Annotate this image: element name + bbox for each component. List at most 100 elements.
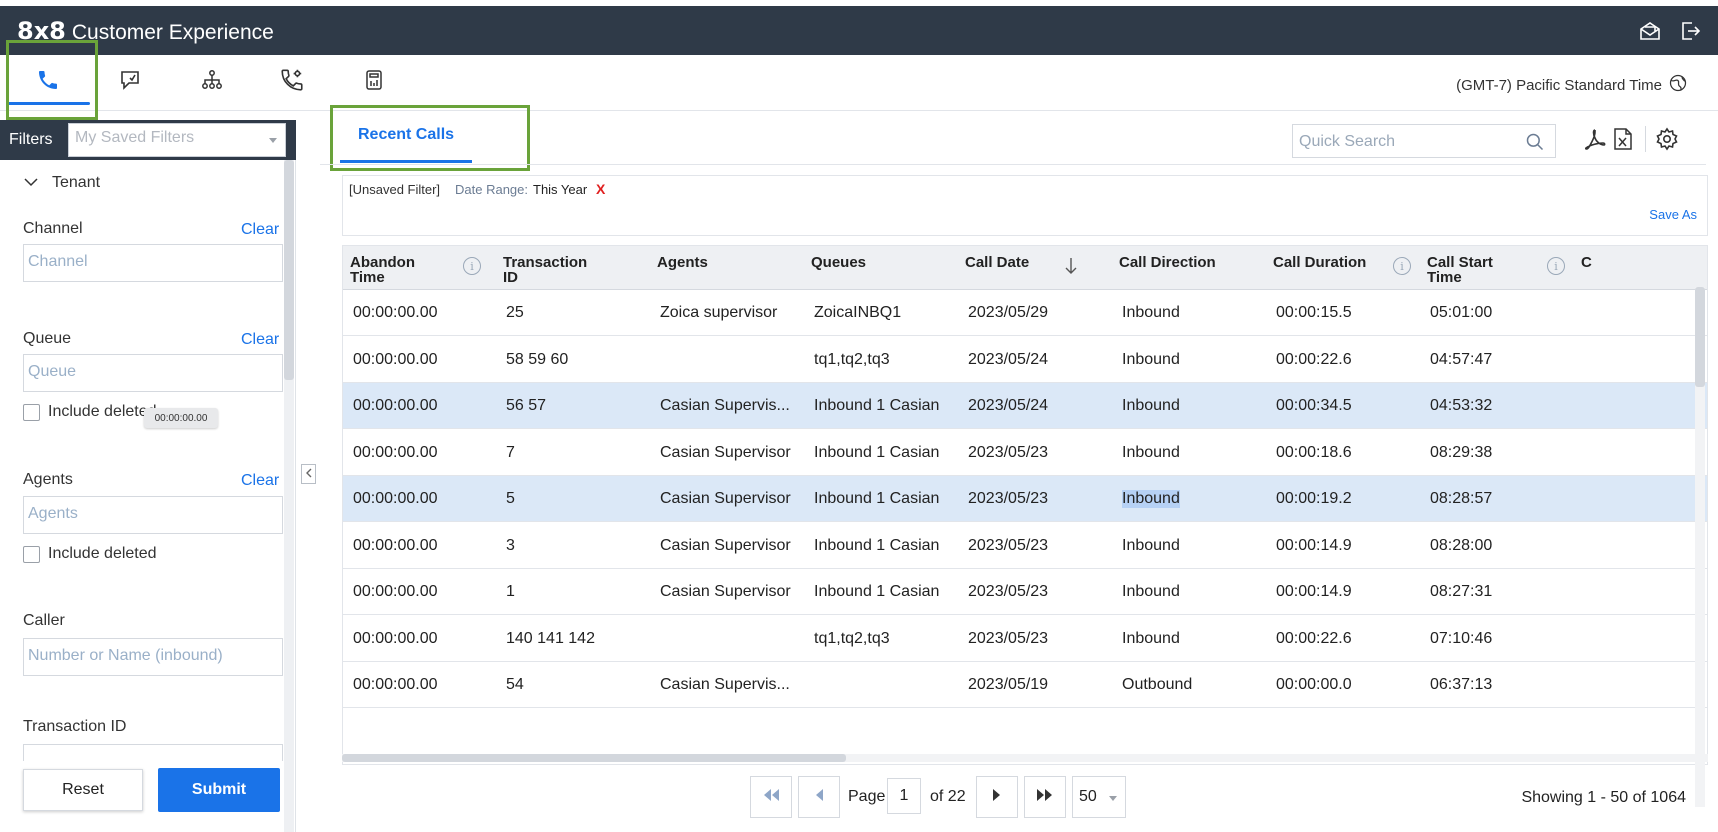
table-row[interactable]: 00:00:00.00 140 141 142 tq1,tq2,tq3 2023/05… xyxy=(343,615,1707,662)
chevron-down-icon xyxy=(269,138,277,143)
phone-icon xyxy=(36,68,60,97)
table-cell: 00:00:00.00 xyxy=(353,583,438,600)
column-header[interactable]: Agents xyxy=(657,255,708,270)
table-cell: Outbound xyxy=(1122,676,1193,693)
table-cell: 00:00:19.2 xyxy=(1276,490,1352,507)
sidebar-scroll-thumb[interactable] xyxy=(284,160,294,380)
mail-open-icon[interactable] xyxy=(1638,19,1662,43)
column-header[interactable]: Transaction ID xyxy=(503,255,587,285)
column-header[interactable]: Call Duration xyxy=(1273,255,1366,270)
table-row[interactable]: 00:00:00.00 25 Zoica supervisor ZoicaINBQ1 2… xyxy=(343,290,1707,336)
info-icon[interactable]: i xyxy=(1547,257,1565,275)
table-cell: 2023/05/24 xyxy=(968,397,1049,414)
page-size-select[interactable]: 50 xyxy=(1072,776,1126,818)
info-icon[interactable]: i xyxy=(463,257,481,275)
table-cell: Inbound xyxy=(1122,583,1180,600)
caller-label: Caller xyxy=(23,612,65,629)
table-cell: 5 xyxy=(506,490,515,507)
column-header[interactable]: Call Direction xyxy=(1119,255,1216,270)
table-cell: Inbound 1 Casian xyxy=(814,583,940,600)
table-cell: 00:00:14.9 xyxy=(1276,583,1352,600)
table-vertical-scroll-thumb[interactable] xyxy=(1695,287,1705,387)
table-cell: 3 xyxy=(506,536,515,554)
next-page-button[interactable] xyxy=(976,776,1018,818)
page-number-input[interactable]: 1 xyxy=(887,778,921,814)
table-row[interactable]: 00:00:00.00 56 57 Casian Supervis... Inboun… xyxy=(343,383,1707,429)
tab-calculator[interactable] xyxy=(346,63,402,101)
table-cell: Inbound 1 Casian xyxy=(814,443,940,461)
save-as-link[interactable]: Save As xyxy=(1649,207,1697,222)
brand: 8x8 Customer Experience xyxy=(17,17,274,45)
quick-search-input[interactable]: Quick Search xyxy=(1292,124,1556,158)
collapse-sidebar-button[interactable] xyxy=(301,464,316,484)
previous-page-button[interactable] xyxy=(798,776,840,818)
page-size-value: 50 xyxy=(1079,788,1097,805)
saved-filters-select[interactable]: My Saved Filters xyxy=(68,123,286,157)
table-cell: Casian Supervis... xyxy=(660,676,790,693)
column-header-label: Call Start xyxy=(1427,254,1493,271)
column-header[interactable]: C xyxy=(1581,255,1592,270)
table-row[interactable]: 00:00:00.00 3 Casian Supervisor Inbound 1 C… xyxy=(343,522,1707,569)
gear-icon[interactable] xyxy=(1654,126,1680,152)
logout-icon[interactable] xyxy=(1678,19,1702,43)
search-icon[interactable] xyxy=(1525,132,1545,157)
transaction-id-input[interactable] xyxy=(23,744,283,761)
column-header[interactable]: Abandon Time xyxy=(350,255,415,285)
queue-input[interactable]: Queue xyxy=(23,354,283,392)
submit-button[interactable]: Submit xyxy=(158,768,280,812)
date-range-value: This Year xyxy=(533,182,588,197)
table-cell: 00:00:00.00 xyxy=(353,490,438,507)
tab-recent-calls-underline xyxy=(340,160,472,163)
excel-export-icon[interactable] xyxy=(1610,126,1636,152)
table-cell: 07:10:46 xyxy=(1430,629,1493,647)
chevron-down-icon[interactable] xyxy=(24,175,38,190)
tab-chat[interactable] xyxy=(102,63,158,101)
table-cell: 00:00:22.6 xyxy=(1276,629,1352,647)
module-tabs: (GMT-7) Pacific Standard Time xyxy=(0,55,1718,111)
column-header-label: Call Date xyxy=(965,254,1030,271)
table-cell: 00:00:14.9 xyxy=(1276,536,1352,554)
agents-input[interactable]: Agents xyxy=(23,496,283,534)
table-cell: 2023/05/23 xyxy=(968,583,1049,600)
tab-org[interactable] xyxy=(184,63,240,101)
queue-include-deleted-checkbox[interactable] xyxy=(23,404,40,421)
table-row[interactable]: 00:00:00.00 7 Casian Supervisor Inbound 1 C… xyxy=(343,429,1707,476)
table-row[interactable]: 00:00:00.00 1 Casian Supervisor Inbound 1 C… xyxy=(343,569,1707,615)
pagination: Page 1 of 22 50 Showing 1 - 50 of 1064 xyxy=(320,776,1718,826)
timezone-selector[interactable]: (GMT-7) Pacific Standard Time xyxy=(1456,73,1688,97)
agents-include-deleted-checkbox[interactable] xyxy=(23,546,40,563)
table-cell: 00:00:00.00 xyxy=(353,397,438,414)
remove-date-range-button[interactable]: X xyxy=(596,181,605,197)
queue-clear-link[interactable]: Clear xyxy=(241,331,279,349)
table-cell: Inbound xyxy=(1122,304,1180,321)
last-page-button[interactable] xyxy=(1024,776,1066,818)
column-header[interactable]: Queues xyxy=(811,255,866,270)
agents-clear-link[interactable]: Clear xyxy=(241,472,279,490)
table-cell: Inbound 1 Casian xyxy=(814,397,940,414)
channel-clear-link[interactable]: Clear xyxy=(241,221,279,239)
date-range-label: Date Range: xyxy=(455,182,528,197)
first-page-button[interactable] xyxy=(750,776,792,818)
queue-include-deleted-label: Include deleted xyxy=(48,403,157,420)
double-chevron-left-icon xyxy=(762,788,780,807)
column-header[interactable]: Call Start Time xyxy=(1427,255,1493,285)
pdf-export-icon[interactable] xyxy=(1582,126,1608,152)
column-header-label: Abandon xyxy=(350,254,415,271)
sort-descending-icon[interactable] xyxy=(1065,257,1077,280)
reset-button[interactable]: Reset xyxy=(23,769,143,811)
table-cell: Zoica supervisor xyxy=(660,304,778,321)
channel-input[interactable]: Channel xyxy=(23,244,283,282)
table-row[interactable]: 00:00:00.00 5 Casian Supervisor Inbound 1 C… xyxy=(343,476,1707,522)
table-cell: 2023/05/29 xyxy=(968,304,1049,321)
tab-calls[interactable] xyxy=(8,63,90,105)
column-header-label: Call Duration xyxy=(1273,254,1367,271)
tab-phone-settings[interactable] xyxy=(264,63,320,101)
table-row[interactable]: 00:00:00.00 58 59 60 tq1,tq2,tq3 2023/05/24… xyxy=(343,336,1707,383)
caller-input[interactable]: Number or Name (inbound) xyxy=(23,638,283,676)
table-cell: 00:00:15.5 xyxy=(1276,304,1352,321)
info-icon[interactable]: i xyxy=(1393,257,1411,275)
tab-recent-calls[interactable]: Recent Calls xyxy=(358,126,454,144)
column-header[interactable]: Call Date xyxy=(965,255,1029,270)
table-horizontal-scroll-thumb[interactable] xyxy=(342,754,846,762)
table-row[interactable]: 00:00:00.00 54 Casian Supervis... 2023/05/1… xyxy=(343,662,1707,708)
